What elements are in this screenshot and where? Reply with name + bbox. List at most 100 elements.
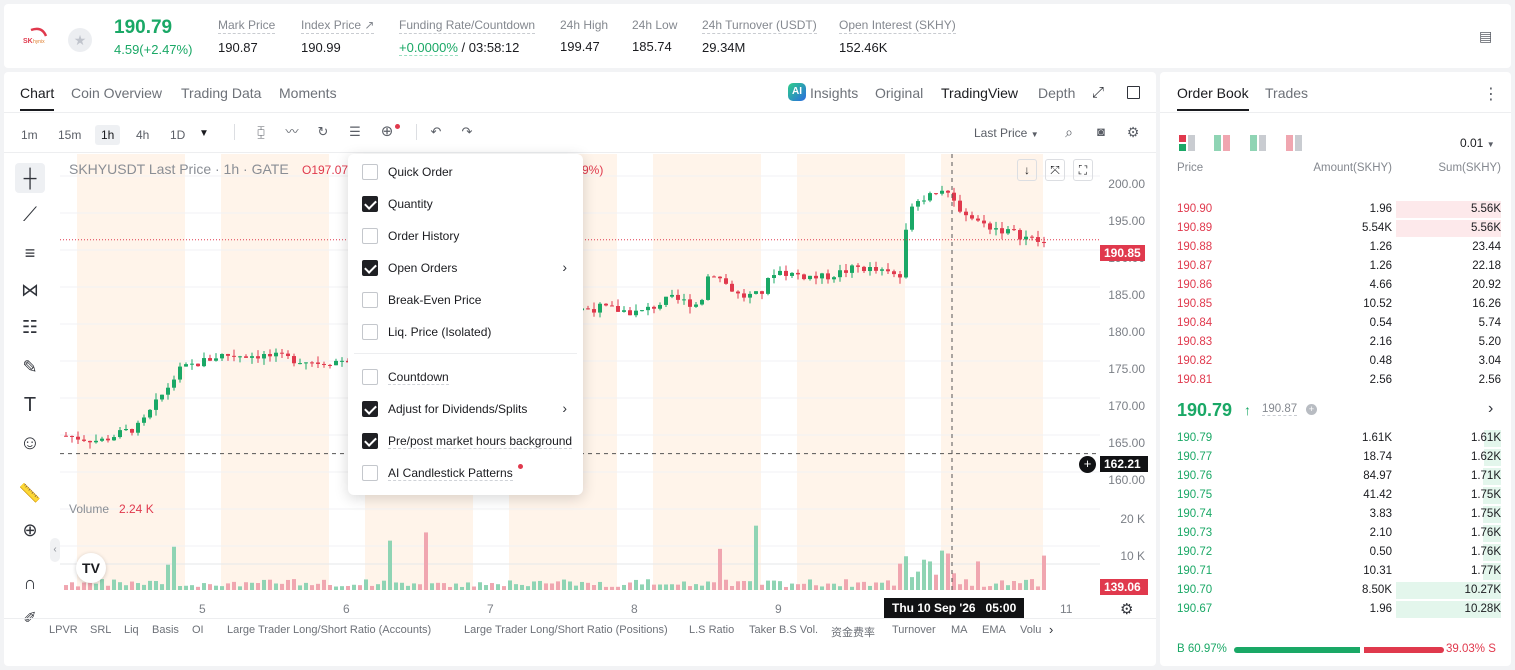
menu-item-open-orders[interactable]: Open Orders ›	[358, 256, 573, 280]
bid-row[interactable]: 190.71 10.31 1.77K	[1160, 562, 1511, 581]
stat-index-price[interactable]: Index Price ↗ 190.99	[301, 18, 375, 55]
menu-item-break-even[interactable]: Break-Even Price	[358, 288, 573, 312]
notes-icon[interactable]: ▤	[1479, 28, 1495, 44]
replay-icon[interactable]: ↻	[314, 123, 332, 141]
tab-chart[interactable]: Chart	[20, 85, 55, 111]
indicator-tab[interactable]: Liq	[124, 624, 139, 636]
view-depth[interactable]: Depth	[1038, 85, 1075, 101]
indicators-icon[interactable]: 〰	[283, 123, 301, 141]
indicator-tab[interactable]: LPVR	[49, 624, 78, 636]
menu-item-ai-candlestick[interactable]: AI Candlestick Patterns	[358, 461, 573, 485]
magnet-icon[interactable]: ∩	[15, 568, 45, 598]
tab-order-book[interactable]: Order Book	[1177, 85, 1249, 111]
tab-moments[interactable]: Moments	[279, 85, 337, 101]
checkbox[interactable]	[362, 369, 378, 385]
checkbox[interactable]	[362, 292, 378, 308]
ai-insights-icon[interactable]: AI	[788, 83, 806, 101]
timeframe-1d[interactable]: 1D	[164, 125, 191, 145]
window-icon[interactable]	[1127, 86, 1140, 99]
collapse-toolbar-icon[interactable]: ‹	[50, 538, 60, 562]
camera-icon[interactable]: ◙	[1092, 123, 1110, 141]
ask-row[interactable]: 190.83 2.16 5.20	[1160, 333, 1511, 352]
menu-item-adjust-dividends[interactable]: Adjust for Dividends/Splits ›	[358, 397, 573, 421]
menu-item-liq-price[interactable]: Liq. Price (Isolated)	[358, 320, 573, 344]
price-source-select[interactable]: Last Price ▼	[974, 126, 1039, 140]
indicator-tab[interactable]: MA	[951, 624, 968, 636]
text-tool-icon[interactable]: T	[15, 390, 45, 420]
indicator-tab[interactable]: Turnover	[892, 624, 936, 636]
view-green-icon[interactable]	[1250, 135, 1266, 151]
bid-row[interactable]: 190.75 41.42 1.75K	[1160, 486, 1511, 505]
bid-row[interactable]: 190.73 2.10 1.76K	[1160, 524, 1511, 543]
ask-row[interactable]: 190.88 1.26 23.44	[1160, 238, 1511, 257]
ask-row[interactable]: 190.86 4.66 20.92	[1160, 276, 1511, 295]
ask-row[interactable]: 190.84 0.54 5.74	[1160, 314, 1511, 333]
view-asks-icon[interactable]	[1286, 135, 1302, 151]
indicator-tab[interactable]: Volu	[1020, 624, 1041, 636]
indicator-tab[interactable]: 资金费率	[831, 624, 875, 640]
settings-gear-icon[interactable]: ⚙	[1124, 123, 1142, 141]
tab-trades[interactable]: Trades	[1265, 85, 1308, 101]
search-icon[interactable]: ⌕	[1060, 123, 1078, 141]
view-original[interactable]: Original	[875, 85, 923, 101]
indicator-tab[interactable]: OI	[192, 624, 204, 636]
checkbox-checked[interactable]	[362, 196, 378, 212]
checkbox-checked[interactable]	[362, 433, 378, 449]
scroll-right-icon[interactable]: ›	[1049, 622, 1053, 637]
emoji-tool-icon[interactable]: ☺	[15, 428, 45, 458]
ask-row[interactable]: 190.89 5.54K 5.56K	[1160, 219, 1511, 238]
zoom-in-icon[interactable]: ⊕	[15, 515, 45, 545]
indicator-tab[interactable]: SRL	[90, 624, 111, 636]
timeframe-15m[interactable]: 15m	[52, 125, 87, 145]
expand-icon[interactable]: ⤢	[1092, 84, 1104, 101]
indicator-tab[interactable]: EMA	[982, 624, 1006, 636]
ask-row[interactable]: 190.90 1.96 5.56K	[1160, 200, 1511, 219]
timeframe-1h[interactable]: 1h	[95, 125, 121, 145]
checkbox[interactable]	[362, 164, 378, 180]
timeframe-4h[interactable]: 4h	[130, 125, 155, 145]
ask-row[interactable]: 190.87 1.26 22.18	[1160, 257, 1511, 276]
candle-type-icon[interactable]: ⧮	[252, 123, 270, 141]
lock-drawings-icon[interactable]: ✐	[15, 604, 45, 634]
indicator-tab[interactable]: Basis	[152, 624, 179, 636]
chart-settings-icon[interactable]: ⚙	[1120, 600, 1133, 618]
scroll-latest-icon[interactable]: ↓	[1017, 159, 1037, 181]
bid-row[interactable]: 190.67 1.96 10.28K	[1160, 600, 1511, 619]
menu-item-order-history[interactable]: Order History	[358, 224, 573, 248]
menu-item-countdown[interactable]: Countdown	[358, 365, 573, 389]
ask-row[interactable]: 190.82 0.48 3.04	[1160, 352, 1511, 371]
view-both-icon[interactable]	[1179, 135, 1195, 151]
crosshair-tool-icon[interactable]: ┼	[15, 163, 45, 193]
checkbox-checked[interactable]	[362, 401, 378, 417]
more-options-icon[interactable]: ⋮	[1483, 84, 1499, 104]
view-bids-icon[interactable]	[1214, 135, 1230, 151]
precision-select[interactable]: 0.01 ▼	[1460, 136, 1495, 150]
collapse-chart-icon[interactable]: ⤧	[1045, 159, 1065, 181]
horizontal-lines-tool-icon[interactable]: ≡	[15, 238, 45, 268]
timeframe-dropdown-icon[interactable]: ▼	[199, 128, 209, 139]
bid-row[interactable]: 190.77 18.74 1.62K	[1160, 448, 1511, 467]
checkbox[interactable]	[362, 324, 378, 340]
brush-tool-icon[interactable]: ✎	[15, 352, 45, 382]
bid-row[interactable]: 190.79 1.61K 1.61K	[1160, 429, 1511, 448]
more-depth-arrow-icon[interactable]: ›	[1488, 400, 1493, 418]
undo-icon[interactable]: ↶	[427, 123, 445, 141]
favorite-star-icon[interactable]: ★	[68, 28, 92, 52]
pattern-tool-icon[interactable]: ⋈	[15, 275, 45, 305]
ruler-tool-icon[interactable]: 📏	[15, 478, 45, 508]
menu-item-quick-order[interactable]: Quick Order	[358, 160, 573, 184]
add-plugin-icon[interactable]: ⊕	[378, 123, 396, 141]
indicator-tab[interactable]: Large Trader Long/Short Ratio (Accounts)	[227, 624, 431, 636]
menu-item-quantity[interactable]: Quantity	[358, 192, 573, 216]
checkbox-checked[interactable]	[362, 260, 378, 276]
checkbox[interactable]	[362, 228, 378, 244]
ask-row[interactable]: 190.81 2.56 2.56	[1160, 371, 1511, 390]
ask-row[interactable]: 190.85 10.52 16.26	[1160, 295, 1511, 314]
bid-row[interactable]: 190.76 84.97 1.71K	[1160, 467, 1511, 486]
fullscreen-chart-icon[interactable]: ⛶	[1073, 159, 1093, 181]
view-tradingview[interactable]: TradingView	[941, 85, 1018, 101]
add-alert-icon[interactable]: +	[1079, 456, 1096, 473]
timeframe-1m[interactable]: 1m	[15, 125, 44, 145]
bid-row[interactable]: 190.70 8.50K 10.27K	[1160, 581, 1511, 600]
indicator-tab[interactable]: L.S Ratio	[689, 624, 734, 636]
